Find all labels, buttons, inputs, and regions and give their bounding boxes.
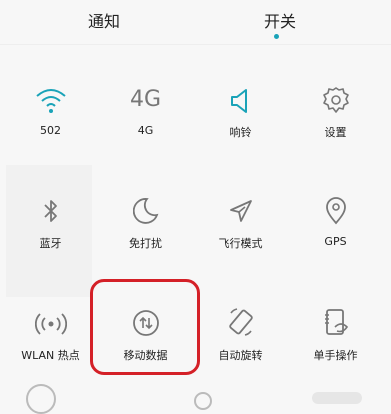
- toggle-one-hand-mode[interactable]: 单手操作: [288, 297, 383, 363]
- toggle-4g[interactable]: 4G 4G: [98, 74, 193, 137]
- toggle-gps[interactable]: GPS: [288, 185, 383, 248]
- toggle-label: 响铃: [229, 126, 252, 139]
- 4g-icon: 4G: [129, 87, 162, 112]
- toggle-label: WLAN 热点: [21, 349, 80, 362]
- tab-bar: 通知 开关: [0, 0, 391, 44]
- toggle-airplane-mode[interactable]: 飞行模式: [193, 185, 288, 251]
- toggle-label: 设置: [324, 126, 347, 139]
- toggle-label: 502: [40, 124, 61, 137]
- toggle-label: GPS: [324, 235, 347, 248]
- toggle-settings[interactable]: 设置: [288, 74, 383, 140]
- highlight-box: [90, 279, 200, 375]
- hotspot-icon: [3, 297, 98, 337]
- bluetooth-icon: [3, 185, 98, 225]
- toggle-auto-rotate[interactable]: 自动旋转: [193, 297, 288, 363]
- toggle-wlan-hotspot[interactable]: WLAN 热点: [3, 297, 98, 363]
- one-hand-icon: [288, 297, 383, 337]
- toggle-ring[interactable]: 响铃: [193, 74, 288, 140]
- speaker-icon: [193, 74, 288, 114]
- tab-switches[interactable]: 开关: [264, 8, 296, 32]
- airplane-icon: [193, 185, 288, 225]
- wifi-icon: [3, 74, 98, 114]
- gear-icon: [288, 74, 383, 114]
- toggle-do-not-disturb[interactable]: 免打扰: [98, 185, 193, 251]
- location-pin-icon: [288, 185, 383, 225]
- partial-icon: [26, 384, 56, 414]
- toggle-label: 单手操作: [313, 349, 358, 362]
- brightness-slider[interactable]: [312, 392, 362, 404]
- active-tab-indicator: [274, 34, 279, 39]
- toggle-label: 蓝牙: [39, 237, 62, 250]
- toggle-label: 4G: [137, 124, 154, 137]
- toggle-label: 飞行模式: [218, 237, 263, 250]
- tab-divider: [0, 44, 391, 45]
- tab-notification[interactable]: 通知: [88, 8, 120, 32]
- rotate-icon: [193, 297, 288, 337]
- toggle-label: 自动旋转: [218, 349, 263, 362]
- brightness-icon: [194, 392, 212, 410]
- toggle-bluetooth[interactable]: 蓝牙: [3, 185, 98, 251]
- toggle-wifi[interactable]: 502: [3, 74, 98, 137]
- moon-icon: [98, 185, 193, 225]
- toggle-label: 免打扰: [129, 237, 162, 250]
